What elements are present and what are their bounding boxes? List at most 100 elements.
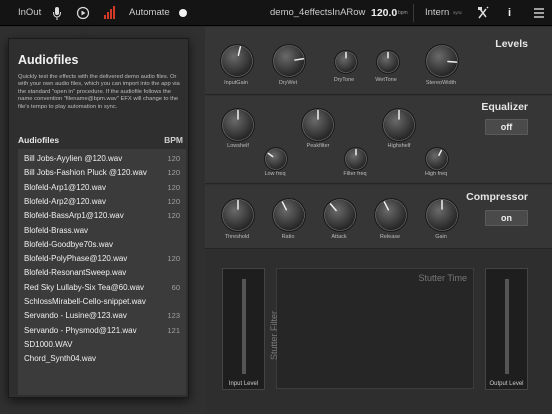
gain-label: Gain	[435, 234, 447, 240]
output-level-meter[interactable]: Output Level	[485, 268, 528, 390]
output-level-track	[504, 279, 509, 374]
toolbar-divider	[413, 4, 414, 22]
file-list-item[interactable]: Bill Jobs-Ayylien @120.wav 120	[18, 152, 186, 166]
file-bpm: 120	[167, 211, 180, 221]
drytone-knob[interactable]	[332, 48, 360, 76]
peakfilter-label: Peakfilter	[306, 143, 330, 149]
info-button[interactable]: i	[508, 0, 511, 26]
file-name: Blofeld-ResonantSweep.wav	[24, 268, 127, 278]
file-list-item[interactable]: Blofeld-ResonantSweep.wav	[18, 266, 186, 280]
file-list-item[interactable]: SD1000.WAV	[18, 338, 186, 352]
file-name: Blofeld-Arp1@120.wav	[24, 182, 106, 192]
threshold-knob[interactable]	[219, 196, 257, 234]
input-level-track	[241, 279, 246, 374]
compressor-title: Compressor	[466, 191, 528, 203]
file-name: Red Sky Lullaby-Six Tea@60.wav	[24, 282, 145, 292]
inputgain-label: InputGain	[224, 80, 248, 86]
file-list-item[interactable]: Red Sky Lullaby-Six Tea@60.wav 60	[18, 281, 186, 295]
lowshelf-label: Lowshelf	[227, 143, 249, 149]
file-bpm: 120	[167, 182, 180, 192]
file-bpm: 120	[167, 154, 180, 163]
peakfilter-knob[interactable]	[299, 106, 337, 144]
automation-record-icon[interactable]	[178, 0, 188, 26]
low-freq-label: Low freq	[264, 171, 286, 177]
popover-description: Quickly test the effects with the delive…	[18, 74, 180, 110]
file-list-item[interactable]: Servando - Physmod@121.wav 121	[18, 324, 186, 338]
tempo-unit: bpm	[398, 10, 408, 16]
file-bpm: 60	[171, 282, 180, 292]
levels-title: Levels	[495, 38, 528, 50]
file-name: Servando - Lusine@123.wav	[24, 311, 127, 321]
file-bpm: 120	[167, 168, 180, 178]
file-name: SchlossMirabell-Cello-snippet.wav	[24, 297, 146, 306]
file-name: Blofeld-Goodbye70s.wav	[24, 239, 113, 249]
file-bpm: 121	[167, 325, 180, 335]
attack-knob[interactable]	[321, 196, 359, 234]
top-toolbar: InOut Automate demo_4effectsInARow 120.0…	[0, 0, 552, 26]
record-level-icon[interactable]	[103, 0, 117, 26]
file-list-item[interactable]: Blofeld-BassArp1@120.wav 120	[18, 209, 186, 223]
release-knob[interactable]	[372, 196, 410, 234]
menu-icon[interactable]	[533, 0, 545, 26]
low-freq-knob[interactable]	[262, 145, 290, 173]
inout-button[interactable]: InOut	[18, 0, 41, 26]
file-list-item[interactable]: SchlossMirabell-Cello-snippet.wav	[18, 295, 186, 309]
ratio-knob[interactable]	[270, 196, 308, 234]
file-list-item[interactable]: Chord_Synth04.wav	[18, 352, 186, 366]
input-level-meter[interactable]: Input Level	[222, 268, 265, 390]
tempo-value[interactable]: 120.0	[371, 0, 397, 26]
high-freq-knob[interactable]	[423, 145, 451, 173]
input-level-label: Input Level	[228, 381, 259, 387]
file-name: Blofeld-BassArp1@120.wav	[24, 211, 124, 221]
file-list[interactable]: Bill Jobs-Ayylien @120.wav 120 Bill Jobs-F…	[18, 149, 186, 395]
sync-sublabel: sync	[453, 10, 463, 15]
highshelf-label: Highshelf	[387, 143, 411, 149]
wettone-knob[interactable]	[374, 48, 402, 76]
file-name: Blofeld-PolyPhase@120.wav	[24, 254, 128, 264]
stutter-filter-label: Stutter Filter	[269, 310, 279, 360]
file-name: SD1000.WAV	[24, 339, 73, 349]
equalizer-title: Equalizer	[481, 101, 528, 113]
high-freq-label: High freq	[424, 171, 448, 177]
file-name: Blofeld-Arp2@120.wav	[24, 196, 106, 206]
file-name: Bill Jobs-Ayylien @120.wav	[24, 154, 123, 163]
file-bpm: 120	[167, 196, 180, 206]
file-bpm: 120	[167, 254, 180, 264]
file-name: Blofeld-Brass.wav	[24, 225, 89, 235]
sync-mode-button[interactable]: Intern	[425, 0, 449, 26]
file-list-header: Audiofiles BPM	[18, 135, 186, 147]
file-list-item[interactable]: Blofeld-Goodbye70s.wav	[18, 238, 186, 252]
microphone-icon[interactable]	[52, 0, 62, 26]
filter-freq-label: Filter freq	[343, 171, 367, 177]
tools-icon[interactable]	[477, 0, 489, 26]
stereowidth-knob[interactable]	[423, 42, 461, 80]
file-list-item[interactable]: Blofeld-Arp1@120.wav 120	[18, 181, 186, 195]
lowshelf-knob[interactable]	[219, 106, 257, 144]
drywet-knob[interactable]	[270, 42, 308, 80]
play-icon[interactable]	[76, 0, 90, 26]
file-bpm: 123	[167, 311, 180, 321]
file-name: Chord_Synth04.wav	[24, 354, 97, 364]
popover-title: Audiofiles	[18, 53, 79, 67]
popover-arrow	[76, 28, 90, 38]
compressor-toggle[interactable]: on	[485, 210, 528, 226]
file-list-item[interactable]: Bill Jobs-Fashion Pluck @120.wav 120	[18, 166, 186, 180]
file-list-item[interactable]: Blofeld-PolyPhase@120.wav 120	[18, 252, 186, 266]
equalizer-toggle[interactable]: off	[485, 119, 528, 135]
file-list-item[interactable]: Blofeld-Brass.wav	[18, 224, 186, 238]
inputgain-knob[interactable]	[218, 42, 256, 80]
project-name[interactable]: demo_4effectsInARow	[270, 0, 365, 26]
highshelf-knob[interactable]	[380, 106, 418, 144]
gain-knob[interactable]	[423, 196, 461, 234]
file-list-item[interactable]: Servando - Lusine@123.wav 123	[18, 309, 186, 323]
stutter-xy-pad[interactable]: Stutter Time Stutter Filter	[269, 268, 474, 389]
stutter-time-label: Stutter Time	[418, 273, 467, 283]
automate-button[interactable]: Automate	[129, 0, 170, 26]
drywet-label: DryWet	[278, 80, 298, 86]
audiofiles-popover: Audiofiles Quickly test the effects with…	[8, 38, 189, 398]
filter-freq-knob[interactable]	[342, 145, 370, 173]
file-list-item[interactable]: Blofeld-Arp2@120.wav 120	[18, 195, 186, 209]
column-bpm: BPM	[164, 135, 183, 145]
stereowidth-label: StereoWidth	[425, 80, 457, 86]
column-audiofiles: Audiofiles	[18, 135, 60, 145]
